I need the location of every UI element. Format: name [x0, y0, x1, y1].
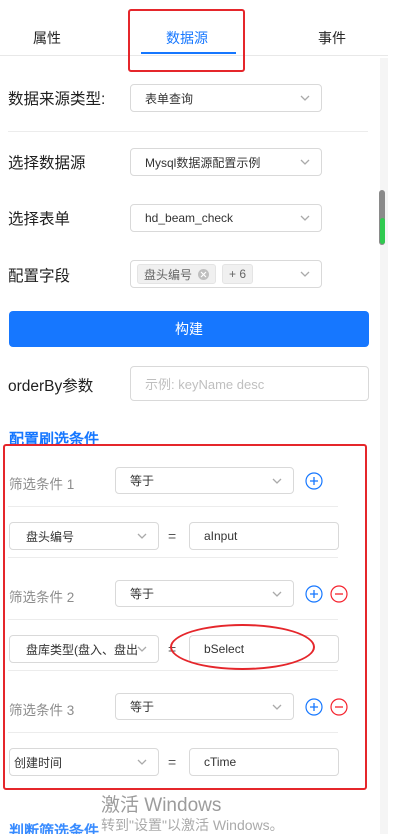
- field-tag-label: 盘头编号: [144, 267, 193, 282]
- add-condition-button[interactable]: [305, 472, 323, 490]
- chevron-down-icon: [136, 756, 148, 768]
- tab-bar: 属性 数据源 事件: [0, 0, 388, 56]
- order-by-placeholder: 示例: keyName desc: [145, 377, 265, 392]
- divider: [8, 670, 338, 671]
- chevron-down-icon: [136, 643, 148, 655]
- scrollbar-track[interactable]: [380, 58, 388, 834]
- divider: [8, 619, 338, 620]
- condition-1-field-select[interactable]: 盘头编号: [9, 522, 159, 550]
- chevron-down-icon: [299, 92, 311, 104]
- tab-data-source[interactable]: 数据源: [166, 28, 208, 48]
- data-source-type-select[interactable]: 表单查询: [130, 84, 322, 112]
- condition-3-value: cTime: [204, 755, 237, 769]
- condition-1-operator: 等于: [130, 474, 155, 488]
- filter-highlight-box: [3, 444, 367, 790]
- config-fields-label: 配置字段: [8, 268, 71, 285]
- equals-sign: =: [168, 754, 177, 770]
- order-by-input[interactable]: 示例: keyName desc: [130, 366, 369, 401]
- divider: [8, 131, 368, 132]
- add-condition-button[interactable]: [305, 585, 323, 603]
- order-by-label: orderBy参数: [8, 378, 94, 395]
- activation-watermark-subtitle: 转到"设置"以激活 Windows。: [101, 817, 284, 833]
- chevron-down-icon: [271, 588, 283, 600]
- condition-1-field: 盘头编号: [26, 529, 75, 544]
- next-section-title: 判断筛选条件: [9, 823, 100, 834]
- select-data-source-label: 选择数据源: [8, 155, 86, 172]
- data-source-select[interactable]: Mysql数据源配置示例: [130, 148, 322, 176]
- condition-2-value-input[interactable]: bSelect: [189, 635, 339, 663]
- select-form-label: 选择表单: [8, 211, 71, 228]
- chevron-down-icon: [299, 156, 311, 168]
- divider: [8, 732, 338, 733]
- data-source-type-value: 表单查询: [145, 91, 194, 106]
- condition-1-value-input[interactable]: aInput: [189, 522, 339, 550]
- chevron-down-icon: [299, 212, 311, 224]
- chevron-down-icon: [136, 530, 148, 542]
- divider: [8, 557, 338, 558]
- build-button[interactable]: 构建: [9, 311, 369, 347]
- more-tags-badge: + 6: [222, 264, 254, 284]
- condition-2-operator: 等于: [130, 587, 155, 601]
- condition-2-field: 盘库类型(盘入、盘出: [26, 642, 138, 657]
- chevron-down-icon: [299, 268, 311, 280]
- condition-3-label: 筛选条件 3: [9, 703, 75, 718]
- condition-2-value: bSelect: [204, 642, 245, 656]
- data-source-type-label: 数据来源类型:: [8, 91, 106, 108]
- condition-1-label: 筛选条件 1: [9, 477, 75, 492]
- equals-sign: =: [168, 641, 177, 657]
- condition-1-value: aInput: [204, 529, 238, 543]
- filter-section-title: 配置刷选条件: [9, 431, 100, 448]
- close-icon[interactable]: [198, 268, 210, 280]
- condition-1-operator-select[interactable]: 等于: [115, 467, 294, 494]
- chevron-down-icon: [271, 475, 283, 487]
- condition-3-field-select[interactable]: 创建时间: [9, 748, 159, 776]
- tab-properties[interactable]: 属性: [33, 28, 61, 48]
- remove-condition-button[interactable]: [330, 698, 348, 716]
- activation-watermark-title: 激活 Windows: [101, 795, 222, 816]
- condition-3-field: 创建时间: [14, 755, 63, 770]
- tab-events[interactable]: 事件: [318, 28, 346, 48]
- form-select[interactable]: hd_beam_check: [130, 204, 322, 232]
- field-tag: 盘头编号: [137, 264, 217, 284]
- equals-sign: =: [168, 528, 177, 544]
- chevron-down-icon: [271, 701, 283, 713]
- condition-3-operator: 等于: [130, 700, 155, 714]
- data-source-value: Mysql数据源配置示例: [145, 155, 261, 170]
- condition-2-operator-select[interactable]: 等于: [115, 580, 294, 607]
- condition-2-label: 筛选条件 2: [9, 590, 75, 605]
- condition-3-value-input[interactable]: cTime: [189, 748, 339, 776]
- condition-2-field-select[interactable]: 盘库类型(盘入、盘出: [9, 635, 159, 663]
- divider: [8, 506, 338, 507]
- form-value: hd_beam_check: [145, 211, 234, 225]
- remove-condition-button[interactable]: [330, 585, 348, 603]
- active-tab-indicator: [141, 52, 236, 54]
- add-condition-button[interactable]: [305, 698, 323, 716]
- config-fields-select[interactable]: 盘头编号 + 6: [130, 260, 322, 288]
- condition-3-operator-select[interactable]: 等于: [115, 693, 294, 720]
- scroll-indicator: [380, 218, 385, 244]
